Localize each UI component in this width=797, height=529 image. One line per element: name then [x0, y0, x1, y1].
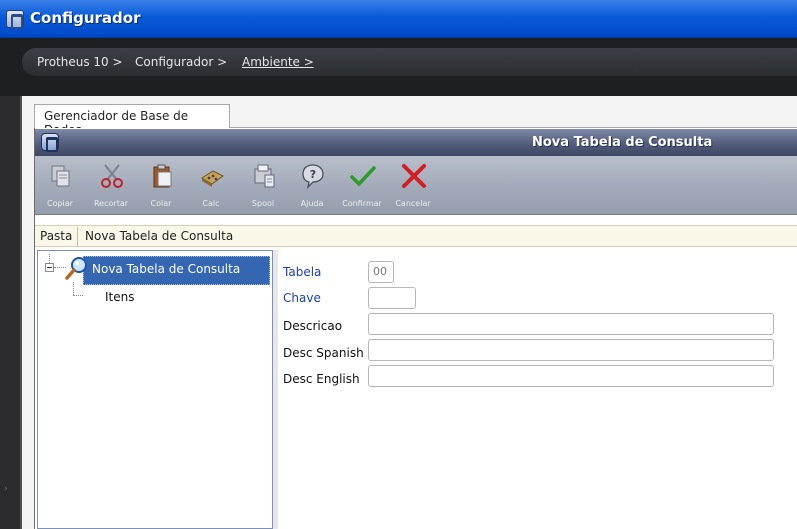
tab-gerenciador-base-dados[interactable]: Gerenciador de Base de Dados [34, 104, 230, 137]
tree-collapse-toggle[interactable] [45, 263, 54, 272]
copy-icon [51, 165, 70, 187]
cancel-icon [402, 164, 426, 188]
app-logo-icon [6, 10, 24, 29]
dialog-title: Nova Tabela de Consulta [532, 135, 713, 150]
tree-node-itens[interactable]: Itens [105, 290, 134, 304]
search-icon [65, 257, 87, 280]
calc-button[interactable]: Calc [191, 157, 231, 213]
folder-label: Pasta [40, 229, 73, 243]
tabela-field[interactable]: 00 [368, 261, 394, 283]
paste-button[interactable]: Colar [141, 157, 181, 213]
svg-text:?: ? [310, 168, 316, 181]
copy-button[interactable]: Copiar [40, 157, 80, 213]
descricao-field[interactable] [368, 313, 774, 335]
calculator-icon [201, 170, 224, 187]
folder-separator [77, 227, 78, 246]
breadcrumb-item-protheus[interactable]: Protheus 10 > [37, 55, 123, 69]
tabela-value: 00 [373, 265, 387, 278]
paste-button-label: Colar [150, 199, 172, 208]
dialog-logo-icon [41, 133, 59, 152]
help-icon: ? [302, 164, 324, 189]
panel-splitter[interactable] [273, 250, 278, 529]
help-button[interactable]: ? Ajuda [292, 157, 332, 213]
cancel-button[interactable]: Cancelar [393, 157, 433, 213]
tree-connector [73, 295, 83, 296]
desc-english-label: Desc English [283, 372, 360, 386]
copy-button-label: Copiar [47, 199, 73, 208]
chave-label: Chave [283, 291, 321, 305]
cut-button-label: Recortar [93, 199, 129, 208]
cancel-button-label: Cancelar [395, 199, 431, 208]
spool-button[interactable]: Spool [243, 157, 283, 213]
cut-button[interactable]: Recortar [91, 157, 131, 213]
spool-button-label: Spool [251, 199, 275, 208]
tree-node-root-label[interactable]: Nova Tabela de Consulta [92, 262, 240, 276]
breadcrumb-item-ambiente[interactable]: Ambiente > [242, 55, 314, 69]
tree-connector [73, 282, 74, 295]
desc-english-field[interactable] [368, 365, 774, 387]
check-icon [350, 166, 376, 186]
confirm-button[interactable]: Confirmar [342, 157, 382, 213]
paste-icon [153, 164, 172, 188]
window-titlebar: Configurador [0, 0, 797, 38]
help-button-label: Ajuda [300, 199, 324, 208]
left-side-strip [0, 96, 22, 529]
descricao-label: Descricao [283, 319, 343, 333]
tabela-label: Tabela [283, 265, 322, 279]
folder-value: Nova Tabela de Consulta [85, 229, 234, 243]
tree-connector [49, 254, 50, 263]
desc-spanish-field[interactable] [368, 339, 774, 361]
window-title: Configurador [30, 9, 141, 27]
collapse-arrow-icon[interactable]: › [4, 484, 8, 494]
scissors-icon [101, 164, 123, 188]
breadcrumb-item-configurador[interactable]: Configurador > [135, 55, 227, 69]
chave-field[interactable] [368, 287, 416, 309]
confirm-button-label: Confirmar [342, 199, 382, 208]
spool-icon [254, 164, 275, 188]
desc-spanish-label: Desc Spanish [283, 346, 364, 360]
calc-button-label: Calc [202, 199, 220, 208]
